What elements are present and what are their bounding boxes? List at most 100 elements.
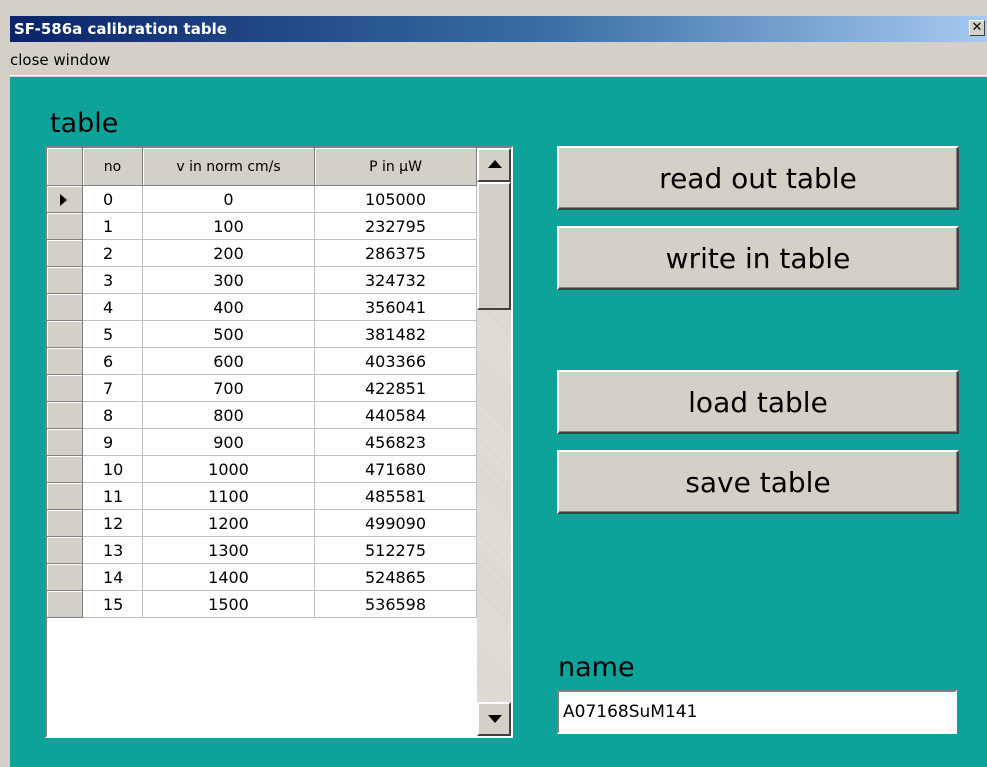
- table-row[interactable]: 13 1300 512275: [47, 537, 477, 564]
- menu-item-close-window[interactable]: close window: [10, 51, 110, 69]
- table-row[interactable]: 2 200 286375: [47, 240, 477, 267]
- row-indicator[interactable]: [47, 348, 83, 375]
- cell-velocity[interactable]: 1000: [143, 456, 315, 483]
- cell-velocity[interactable]: 1500: [143, 591, 315, 618]
- cell-no[interactable]: 13: [83, 537, 143, 564]
- cell-power[interactable]: 381482: [315, 321, 477, 348]
- cell-power[interactable]: 356041: [315, 294, 477, 321]
- table-row[interactable]: 10 1000 471680: [47, 456, 477, 483]
- table-row[interactable]: 8 800 440584: [47, 402, 477, 429]
- cell-no[interactable]: 7: [83, 375, 143, 402]
- cell-velocity[interactable]: 100: [143, 213, 315, 240]
- cell-no[interactable]: 5: [83, 321, 143, 348]
- cell-power[interactable]: 536598: [315, 591, 477, 618]
- cell-velocity[interactable]: 400: [143, 294, 315, 321]
- cell-no[interactable]: 6: [83, 348, 143, 375]
- cell-power[interactable]: 324732: [315, 267, 477, 294]
- column-header-no[interactable]: no: [83, 148, 143, 186]
- row-indicator[interactable]: [47, 456, 83, 483]
- vertical-scrollbar[interactable]: [477, 148, 511, 736]
- name-input[interactable]: [557, 690, 957, 734]
- read-out-table-button[interactable]: read out table: [557, 146, 959, 210]
- grid-header: no v in norm cm/s P in µW: [47, 148, 477, 186]
- scroll-thumb[interactable]: [477, 182, 511, 310]
- cell-velocity[interactable]: 1200: [143, 510, 315, 537]
- cell-no[interactable]: 14: [83, 564, 143, 591]
- table-row[interactable]: 1 100 232795: [47, 213, 477, 240]
- cell-power[interactable]: 105000: [315, 186, 477, 213]
- cell-velocity[interactable]: 800: [143, 402, 315, 429]
- cell-no[interactable]: 8: [83, 402, 143, 429]
- cell-no[interactable]: 15: [83, 591, 143, 618]
- row-indicator[interactable]: [47, 537, 83, 564]
- table-row[interactable]: 12 1200 499090: [47, 510, 477, 537]
- table-row[interactable]: 5 500 381482: [47, 321, 477, 348]
- row-indicator[interactable]: [47, 186, 83, 213]
- row-indicator[interactable]: [47, 429, 83, 456]
- table-row[interactable]: 15 1500 536598: [47, 591, 477, 618]
- table-row[interactable]: 3 300 324732: [47, 267, 477, 294]
- calibration-grid[interactable]: no v in norm cm/s P in µW 0 0 105000 1 100 23…: [45, 146, 513, 738]
- cell-power[interactable]: 499090: [315, 510, 477, 537]
- cell-no[interactable]: 12: [83, 510, 143, 537]
- grid-body: 0 0 105000 1 100 232795 2 200 286375 3 300 324732 4 4…: [47, 186, 477, 618]
- write-in-table-button[interactable]: write in table: [557, 226, 959, 290]
- cell-power[interactable]: 403366: [315, 348, 477, 375]
- row-indicator[interactable]: [47, 591, 83, 618]
- arrow-down-icon: [488, 715, 502, 723]
- cell-no[interactable]: 0: [83, 186, 143, 213]
- row-indicator[interactable]: [47, 564, 83, 591]
- cell-velocity[interactable]: 500: [143, 321, 315, 348]
- row-indicator[interactable]: [47, 240, 83, 267]
- cell-no[interactable]: 2: [83, 240, 143, 267]
- cell-no[interactable]: 11: [83, 483, 143, 510]
- cell-power[interactable]: 485581: [315, 483, 477, 510]
- row-indicator[interactable]: [47, 375, 83, 402]
- cell-power[interactable]: 286375: [315, 240, 477, 267]
- cell-velocity[interactable]: 0: [143, 186, 315, 213]
- cell-velocity[interactable]: 600: [143, 348, 315, 375]
- cell-no[interactable]: 1: [83, 213, 143, 240]
- cell-power[interactable]: 422851: [315, 375, 477, 402]
- close-icon[interactable]: ✕: [969, 20, 985, 36]
- cell-velocity[interactable]: 700: [143, 375, 315, 402]
- cell-power[interactable]: 456823: [315, 429, 477, 456]
- cell-velocity[interactable]: 1100: [143, 483, 315, 510]
- table-row[interactable]: 6 600 403366: [47, 348, 477, 375]
- app-window: SF-586a calibration table ✕ close window…: [0, 0, 987, 767]
- column-header-velocity[interactable]: v in norm cm/s: [143, 148, 315, 186]
- scroll-down-button[interactable]: [477, 702, 511, 736]
- cell-no[interactable]: 10: [83, 456, 143, 483]
- table-row[interactable]: 7 700 422851: [47, 375, 477, 402]
- cell-power[interactable]: 512275: [315, 537, 477, 564]
- cell-velocity[interactable]: 1300: [143, 537, 315, 564]
- cell-velocity[interactable]: 1400: [143, 564, 315, 591]
- cell-power[interactable]: 524865: [315, 564, 477, 591]
- load-table-button[interactable]: load table: [557, 370, 959, 434]
- cell-no[interactable]: 9: [83, 429, 143, 456]
- cell-velocity[interactable]: 300: [143, 267, 315, 294]
- title-bar[interactable]: SF-586a calibration table ✕: [10, 16, 987, 42]
- row-indicator[interactable]: [47, 213, 83, 240]
- row-indicator[interactable]: [47, 402, 83, 429]
- cell-no[interactable]: 3: [83, 267, 143, 294]
- cell-power[interactable]: 440584: [315, 402, 477, 429]
- row-indicator[interactable]: [47, 321, 83, 348]
- column-header-power[interactable]: P in µW: [315, 148, 477, 186]
- table-row[interactable]: 14 1400 524865: [47, 564, 477, 591]
- save-table-button[interactable]: save table: [557, 450, 959, 514]
- scroll-up-button[interactable]: [477, 148, 511, 182]
- table-row[interactable]: 0 0 105000: [47, 186, 477, 213]
- row-indicator[interactable]: [47, 483, 83, 510]
- cell-no[interactable]: 4: [83, 294, 143, 321]
- cell-velocity[interactable]: 900: [143, 429, 315, 456]
- row-indicator[interactable]: [47, 267, 83, 294]
- cell-power[interactable]: 232795: [315, 213, 477, 240]
- table-row[interactable]: 11 1100 485581: [47, 483, 477, 510]
- cell-power[interactable]: 471680: [315, 456, 477, 483]
- cell-velocity[interactable]: 200: [143, 240, 315, 267]
- table-row[interactable]: 9 900 456823: [47, 429, 477, 456]
- table-row[interactable]: 4 400 356041: [47, 294, 477, 321]
- row-indicator[interactable]: [47, 510, 83, 537]
- row-indicator[interactable]: [47, 294, 83, 321]
